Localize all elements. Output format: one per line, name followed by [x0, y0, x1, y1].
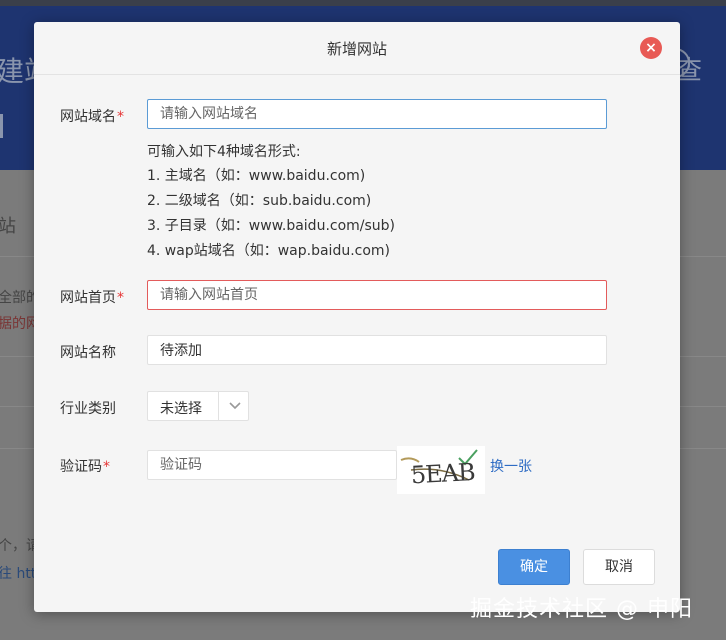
- required-mark: *: [103, 459, 110, 475]
- industry-label: 行业类别: [60, 401, 116, 417]
- close-icon: ×: [645, 40, 657, 56]
- close-button[interactable]: ×: [640, 37, 662, 59]
- homepage-label: 网站首页*: [60, 290, 124, 306]
- bg-text-line: 往 htt: [0, 566, 37, 582]
- chevron-down-icon: [229, 402, 241, 410]
- domain-hint-item: 4. wap站域名（如：wap.baidu.com): [147, 243, 391, 259]
- captcha-label: 验证码*: [60, 459, 110, 475]
- cancel-button[interactable]: 取消: [583, 549, 655, 585]
- required-mark: *: [117, 109, 124, 125]
- section-title: 站: [0, 216, 16, 237]
- domain-label: 网站域名*: [60, 109, 124, 125]
- captcha-input[interactable]: [147, 450, 397, 480]
- captcha-graphic: 5EAB: [397, 446, 485, 494]
- select-divider: [218, 392, 219, 420]
- domain-hint-item: 3. 子目录（如：www.baidu.com/sub): [147, 218, 396, 234]
- header-bar: [0, 114, 3, 138]
- add-website-dialog: 新增网站 × 网站域名* 可输入如下4种域名形式: 1. 主域名（如：www.b…: [34, 22, 680, 612]
- industry-select[interactable]: 未选择: [147, 391, 249, 421]
- captcha-image[interactable]: 5EAB: [397, 446, 485, 494]
- site-name-label: 网站名称: [60, 345, 116, 361]
- domain-hint-title: 可输入如下4种域名形式:: [147, 144, 301, 160]
- domain-hint-item: 1. 主域名（如：www.baidu.com): [147, 168, 366, 184]
- required-mark: *: [117, 290, 124, 306]
- dialog-header: 新增网站 ×: [34, 22, 680, 75]
- confirm-button[interactable]: 确定: [498, 549, 570, 585]
- watermark: 掘金技术社区 @ 申阳: [470, 597, 693, 622]
- industry-selected-value: 未选择: [160, 401, 202, 417]
- domain-hint-item: 2. 二级域名（如：sub.baidu.com): [147, 193, 372, 209]
- homepage-input[interactable]: [147, 280, 607, 310]
- domain-input[interactable]: [147, 99, 607, 129]
- site-name-input[interactable]: [147, 335, 607, 365]
- captcha-text: 5EAB: [410, 458, 475, 489]
- dialog-title: 新增网站: [326, 40, 387, 58]
- refresh-captcha-link[interactable]: 换一张: [490, 456, 532, 476]
